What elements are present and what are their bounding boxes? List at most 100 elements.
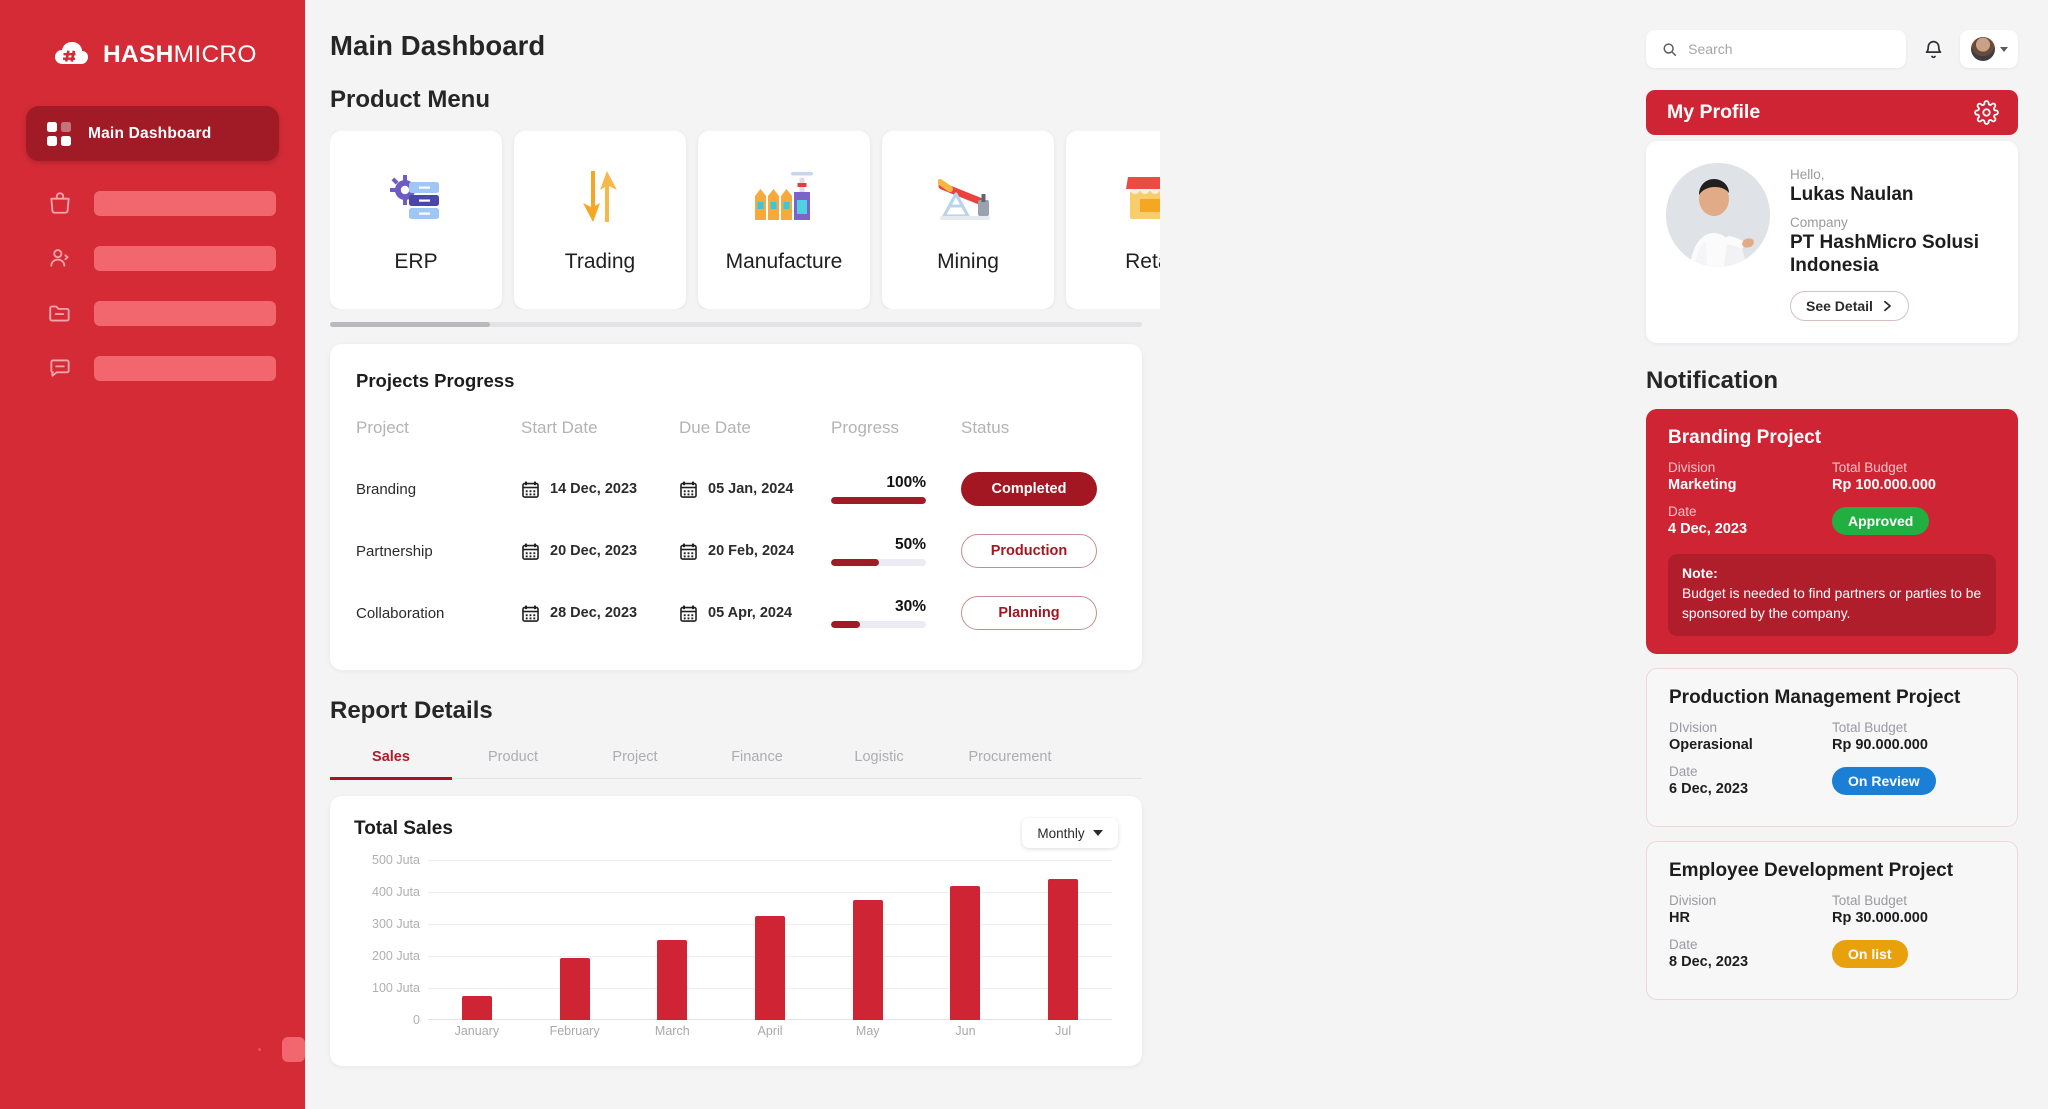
top-bar (1646, 30, 2018, 68)
store-icon (1124, 166, 1160, 228)
search-box[interactable] (1646, 30, 1906, 68)
tab-logistic[interactable]: Logistic (818, 741, 940, 778)
chart-bar[interactable] (559, 957, 590, 1020)
status-badge[interactable]: On list (1832, 939, 1908, 968)
product-card-label: ERP (394, 250, 438, 273)
chat-bubble-icon (50, 359, 70, 377)
due-date-text: 05 Jan, 2024 (708, 481, 794, 497)
table-row[interactable]: Branding 14 Dec, 2023 05 Jan, 2024 100% … (356, 458, 1116, 520)
chart-bar[interactable] (755, 916, 786, 1020)
see-detail-button[interactable]: See Detail (1790, 290, 1909, 321)
status-badge[interactable]: Completed (961, 472, 1097, 506)
date-label: Date (1669, 936, 1698, 952)
progress-fill (831, 621, 860, 628)
chart-gridlines (428, 860, 1112, 1020)
sidebar-placeholder-bar (94, 190, 276, 216)
chart-bar[interactable] (1048, 879, 1079, 1020)
sidebar: HASHMICRO Main Dashboard (0, 0, 305, 1109)
status-badge[interactable]: Planning (961, 596, 1097, 630)
table-row[interactable]: Partnership 20 Dec, 2023 20 Feb, 2024 50… (356, 520, 1116, 582)
profile-avatar (1666, 163, 1770, 267)
grid-dashboard-icon (47, 121, 71, 146)
tab-sales[interactable]: Sales (330, 741, 452, 780)
column-header-due-date: Due Date (679, 418, 751, 437)
table-row[interactable]: Collaboration 28 Dec, 2023 05 Apr, 2024 (356, 582, 1116, 644)
sidebar-placeholder-bar (282, 1037, 305, 1062)
chevron-right-icon (1884, 300, 1891, 311)
division-label: Division (1668, 459, 1716, 475)
grid-cell (61, 121, 71, 132)
sidebar-item-placeholder-3[interactable] (0, 300, 305, 326)
grid-cell (61, 135, 71, 146)
notification-card-employee[interactable]: Employee Development Project Division HR… (1646, 840, 2018, 1000)
progress-track (831, 621, 926, 628)
division-value: Operasional (1669, 736, 1753, 753)
product-menu-title: Product Menu (330, 86, 490, 113)
notification-card-branding[interactable]: Branding Project Division Marketing Date… (1646, 408, 2018, 654)
tab-project[interactable]: Project (574, 741, 696, 778)
status-badge[interactable]: Approved (1832, 506, 1930, 535)
calendar-icon (680, 481, 697, 498)
chart-period-dropdown[interactable]: Monthly (1022, 818, 1118, 848)
budget-value: Rp 90.000.000 (1832, 736, 1928, 753)
notification-title-text: Production Management Project (1669, 686, 1961, 708)
status-badge[interactable]: On Review (1832, 766, 1936, 795)
search-input[interactable] (1688, 41, 1906, 57)
tab-finance[interactable]: Finance (696, 741, 818, 778)
chart-bar[interactable] (950, 885, 981, 1020)
chart-bar[interactable] (461, 996, 492, 1020)
sidebar-settings-item[interactable] (0, 1036, 305, 1063)
calendar-icon (680, 543, 697, 560)
product-card-mining[interactable]: Mining (882, 131, 1054, 309)
company-label: Company (1790, 215, 1848, 231)
calendar-icon (522, 481, 539, 498)
gear-icon[interactable] (1974, 100, 1999, 125)
notification-title-text: Employee Development Project (1669, 859, 1954, 881)
x-tick-label: February (549, 1024, 600, 1038)
sidebar-item-placeholder-4[interactable] (0, 355, 305, 381)
chart-bar[interactable] (852, 900, 883, 1020)
scrollbar-thumb[interactable] (330, 322, 490, 327)
note-text: Budget is needed to find partners or par… (1682, 585, 1982, 621)
account-menu-button[interactable] (1960, 30, 2018, 68)
tab-procurement[interactable]: Procurement (940, 741, 1080, 778)
x-tick-label: March (654, 1024, 690, 1038)
my-profile-title: My Profile (1667, 101, 1761, 123)
budget-label: Total Budget (1832, 719, 1908, 735)
cell-project-name: Branding (356, 480, 417, 498)
sidebar-placeholder-bar (94, 355, 276, 381)
y-tick-label: 100 Juta (372, 981, 420, 995)
product-card-erp[interactable]: ERP (330, 131, 502, 309)
sidebar-item-placeholder-1[interactable] (0, 190, 305, 216)
projects-table: Project Start Date Due Date Progress Sta… (356, 408, 1116, 644)
due-date-text: 20 Feb, 2024 (708, 543, 795, 559)
product-menu-scrollbar[interactable] (330, 322, 1142, 327)
division-value: Marketing (1668, 476, 1737, 493)
progress-percent: 50% (894, 536, 926, 553)
bar-slot (721, 860, 819, 1020)
status-badge[interactable]: Production (961, 534, 1097, 568)
progress-percent: 30% (894, 598, 926, 615)
calendar-icon (522, 605, 539, 622)
sidebar-item-main-dashboard[interactable]: Main Dashboard (26, 106, 279, 161)
budget-label: Total Budget (1832, 892, 1908, 908)
budget-value: Rp 100.000.000 (1832, 476, 1936, 493)
product-card-manufacture[interactable]: Manufacture (698, 131, 870, 309)
product-card-retail[interactable]: Retail (1066, 131, 1160, 309)
product-menu-list: ERP Trading Manufacture Mining Ret (330, 131, 1160, 309)
product-card-trading[interactable]: Trading (514, 131, 686, 309)
bar-slot (526, 860, 624, 1020)
chart-bar[interactable] (657, 940, 688, 1020)
notification-card-production[interactable]: Production Management Project DIvision O… (1646, 667, 2018, 827)
start-date-text: 20 Dec, 2023 (550, 543, 638, 559)
bar-slot (819, 860, 917, 1020)
sidebar-placeholder-bar (94, 300, 276, 326)
sidebar-item-placeholder-2[interactable] (0, 245, 305, 271)
notifications-bell-button[interactable] (1920, 34, 1946, 64)
dashboard-root: HASHMICRO Main Dashboard Main Dashboard … (0, 0, 2048, 1109)
cell-start-date: 14 Dec, 2023 (521, 458, 679, 520)
product-card-label: Mining (937, 250, 999, 273)
chart-title: Total Sales (354, 818, 453, 839)
division-label: DIvision (1669, 719, 1718, 735)
tab-product[interactable]: Product (452, 741, 574, 778)
